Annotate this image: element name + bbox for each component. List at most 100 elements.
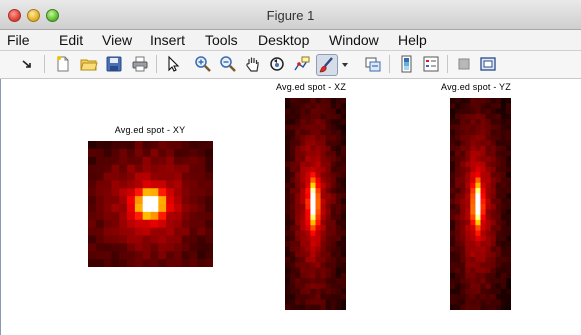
- heatmap-yz[interactable]: [450, 98, 511, 310]
- heatmap-cell: [495, 177, 502, 184]
- heatmap-cell: [103, 204, 112, 213]
- heatmap-cell: [455, 193, 461, 200]
- menu-desktop[interactable]: Desktop: [258, 32, 309, 49]
- heatmap-cell: [505, 145, 511, 152]
- heatmap-cell: [450, 204, 456, 210]
- heatmap-cell: [495, 267, 502, 274]
- heatmap-cell: [450, 299, 456, 306]
- heatmap-cell: [142, 219, 151, 229]
- heatmap-cell: [450, 119, 456, 125]
- menu-tools[interactable]: Tools: [205, 32, 238, 49]
- data-cursor-icon[interactable]: [293, 55, 311, 73]
- menu-insert[interactable]: Insert: [150, 32, 185, 49]
- heatmap-cell: [465, 299, 471, 306]
- heatmap-cell: [142, 259, 151, 267]
- heatmap-cell: [300, 172, 306, 178]
- heatmap-cell: [315, 204, 322, 210]
- pan-hand-icon[interactable]: [244, 55, 262, 73]
- heatmap-cell: [500, 161, 507, 168]
- heatmap-cell: [320, 246, 327, 253]
- zoom-in-icon[interactable]: [194, 55, 212, 73]
- pointer-icon[interactable]: [164, 55, 182, 73]
- heatmap-cell: [285, 278, 291, 284]
- heatmap-cell: [103, 164, 112, 174]
- menu-window[interactable]: Window: [329, 32, 379, 49]
- save-icon[interactable]: [105, 55, 123, 73]
- heatmap-cell: [500, 219, 507, 226]
- heatmap-cell: [480, 129, 487, 136]
- show-plot-tools-icon[interactable]: [479, 55, 497, 73]
- heatmap-xy[interactable]: [88, 141, 213, 267]
- heatmap-cell: [127, 235, 136, 244]
- heatmap-cell: [295, 151, 301, 157]
- heatmap-cell: [335, 299, 342, 306]
- heatmap-cell: [189, 204, 198, 213]
- heatmap-cell: [285, 272, 291, 279]
- link-plot-icon[interactable]: [364, 55, 382, 73]
- heatmap-cell: [450, 283, 456, 290]
- zoom-out-icon[interactable]: [219, 55, 237, 73]
- heatmap-cell: [505, 119, 511, 125]
- heatmap-cell: [490, 129, 497, 136]
- heatmap-cell: [475, 235, 481, 242]
- print-icon[interactable]: [131, 55, 149, 73]
- heatmap-cell: [173, 235, 183, 244]
- heatmap-cell: [181, 235, 191, 244]
- legend-icon[interactable]: [422, 55, 440, 73]
- heatmap-cell: [340, 193, 346, 200]
- heatmap-cell: [189, 243, 198, 252]
- heatmap-cell: [290, 241, 296, 247]
- heatmap-cell: [295, 98, 301, 104]
- heatmap-cell: [290, 140, 296, 147]
- menu-file[interactable]: File: [7, 32, 30, 49]
- heatmap-cell: [495, 140, 502, 147]
- new-figure-icon[interactable]: [54, 55, 72, 73]
- heatmap-cell: [88, 251, 97, 260]
- heatmap-cell: [111, 211, 120, 221]
- heatmap-cell: [300, 278, 306, 284]
- heatmap-cell: [500, 156, 507, 163]
- heatmap-cell: [320, 161, 327, 168]
- brush-icon[interactable]: [316, 54, 338, 76]
- heatmap-cell: [330, 299, 337, 306]
- menu-edit[interactable]: Edit: [59, 32, 83, 49]
- heatmap-cell: [465, 103, 471, 110]
- heatmap-cell: [166, 227, 175, 237]
- heatmap-cell: [305, 151, 311, 157]
- heatmap-cell: [495, 151, 502, 157]
- heatmap-cell: [470, 108, 476, 115]
- heatmap-cell: [310, 119, 316, 125]
- menu-help[interactable]: Help: [398, 32, 427, 49]
- heatmap-cell: [470, 230, 476, 237]
- window-left-edge: [0, 79, 1, 335]
- open-file-icon[interactable]: [80, 55, 98, 73]
- colorbar-icon[interactable]: [398, 55, 416, 73]
- heatmap-cell: [465, 230, 471, 237]
- heatmap-cell: [485, 193, 492, 200]
- heatmap-cell: [335, 283, 342, 290]
- dock-arrow-icon[interactable]: [18, 55, 36, 73]
- heatmap-cell: [505, 204, 511, 210]
- heatmap-cell: [325, 166, 332, 173]
- heatmap-cell: [134, 188, 144, 197]
- heatmap-cell: [320, 214, 327, 221]
- heatmap-cell: [88, 196, 97, 205]
- heatmap-cell: [166, 219, 175, 229]
- figure-canvas[interactable]: Avg.ed spot - XY Avg.ed spot - XZ Avg.ed…: [0, 79, 581, 335]
- heatmap-xz[interactable]: [285, 98, 346, 310]
- heatmap-cell: [330, 113, 337, 120]
- heatmap-cell: [480, 251, 487, 258]
- heatmap-cell: [166, 196, 175, 205]
- heatmap-cell: [490, 299, 497, 306]
- heatmap-cell: [490, 113, 497, 120]
- heatmap-cell: [320, 129, 327, 136]
- heatmap-cell: [485, 209, 492, 216]
- hide-plot-tools-icon[interactable]: [455, 55, 473, 73]
- menu-view[interactable]: View: [102, 32, 132, 49]
- heatmap-cell: [495, 108, 502, 115]
- heatmap-cell: [181, 251, 191, 260]
- brush-dropdown-icon[interactable]: [341, 55, 349, 73]
- rotate-3d-icon[interactable]: [268, 55, 286, 73]
- heatmap-cell: [290, 272, 296, 279]
- heatmap-cell: [490, 135, 497, 141]
